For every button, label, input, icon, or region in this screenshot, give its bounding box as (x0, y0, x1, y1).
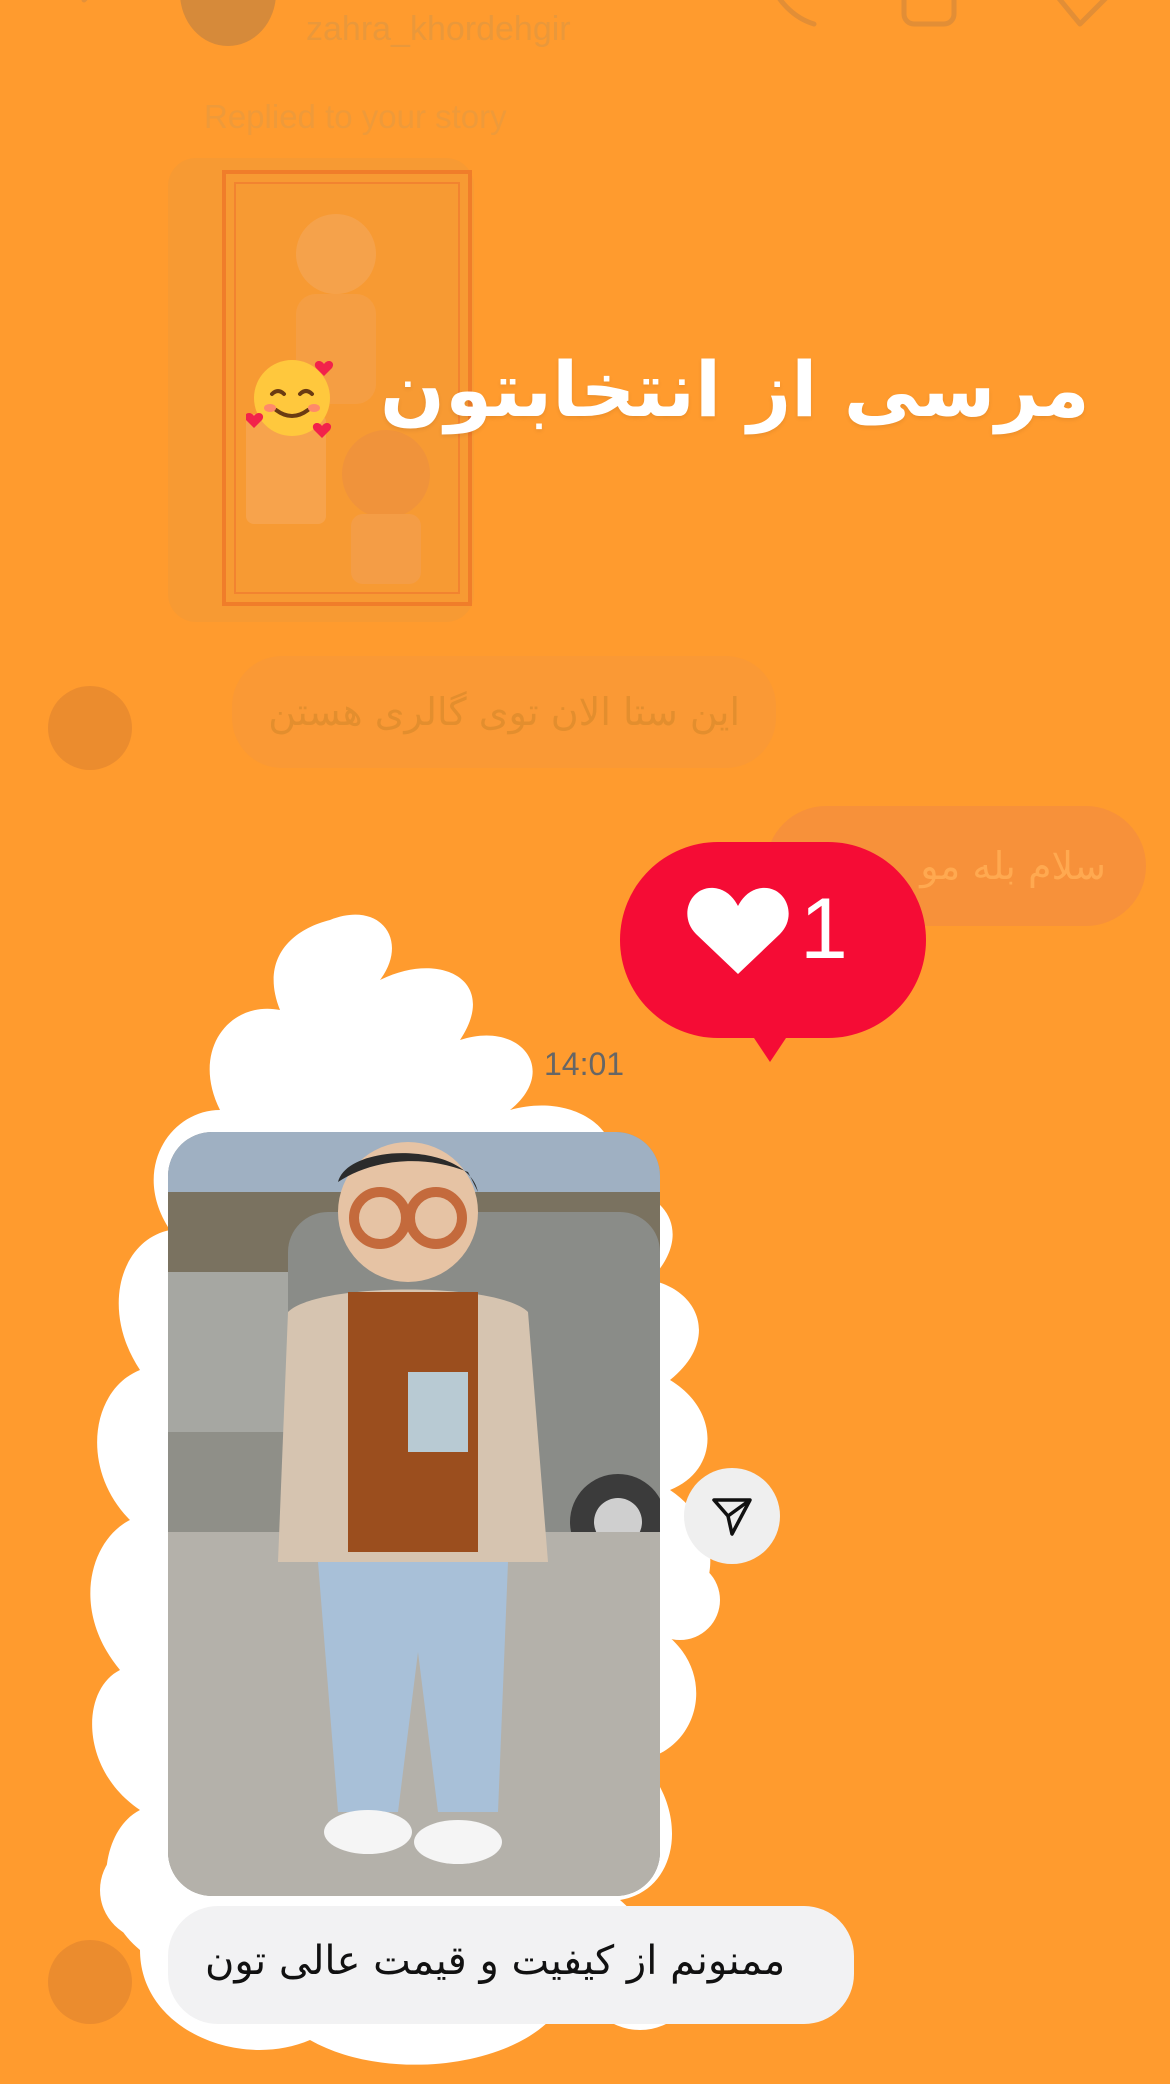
send-icon (712, 1498, 752, 1536)
message-timestamp: 14:01 (544, 1046, 625, 1082)
reaction-count: 1 (800, 881, 848, 977)
story-overlay-text: مرسی از انتخابتون (380, 345, 1090, 434)
username[interactable]: zahra_khordehgir (306, 10, 571, 49)
sender-avatar[interactable] (48, 686, 132, 770)
message-text: سلام بله مو (920, 844, 1106, 888)
replied-to-story-label: Replied to your story (204, 98, 507, 135)
phone-icon[interactable] (766, 0, 826, 34)
smiling-face-with-hearts-icon (244, 350, 346, 444)
message-bubble-incoming[interactable]: این ستا الان توی گالری هستن (232, 656, 776, 768)
message-text: ممنونم از کیفیت و قیمت عالی تون (205, 1938, 786, 1984)
shared-post-image[interactable] (168, 1132, 660, 1896)
share-button[interactable] (684, 1468, 780, 1564)
back-icon[interactable] (70, 0, 110, 20)
header-avatar[interactable] (180, 0, 276, 46)
message-text: این ستا الان توی گالری هستن (268, 690, 740, 734)
sender-avatar[interactable] (48, 1940, 132, 2024)
video-icon[interactable] (900, 0, 980, 34)
tag-icon[interactable] (1048, 0, 1120, 34)
reaction-notification (620, 842, 926, 1072)
